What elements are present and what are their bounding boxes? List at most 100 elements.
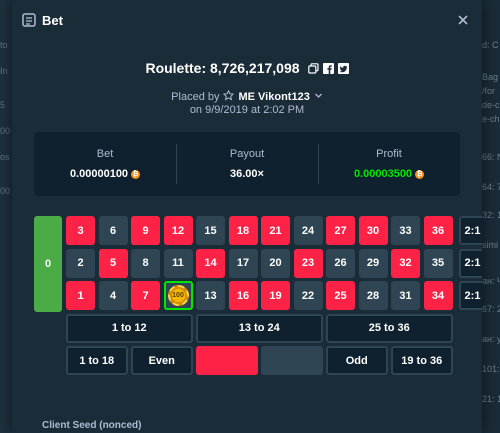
red-bet[interactable] — [196, 346, 258, 375]
bet-stats-panel: Bet 0.00000100 ₿ Payout 36.00× Profit 0.… — [34, 132, 460, 196]
background-text-fragment: ан: y — [482, 334, 500, 344]
roulette-number-19[interactable]: 19 — [261, 281, 290, 310]
dozen-bet-2[interactable]: 13 to 24 — [196, 313, 323, 343]
background-text-fragment: os — [0, 152, 10, 162]
background-text-fragment: 21: 1 — [482, 394, 500, 404]
roulette-number-35[interactable]: 35 — [423, 248, 453, 278]
game-title-text: Roulette: 8,726,217,098 — [145, 60, 300, 76]
background-text-fragment: de-c — [482, 100, 500, 110]
roulette-number-9[interactable]: 9 — [131, 216, 160, 245]
roulette-number-4[interactable]: 4 — [98, 281, 128, 310]
stat-payout-label: Payout — [229, 148, 265, 160]
close-icon[interactable] — [456, 13, 470, 27]
roulette-number-10[interactable]: 100 — [163, 281, 193, 310]
roulette-number-8[interactable]: 8 — [131, 248, 160, 278]
background-text-fragment: to — [0, 40, 8, 50]
bet-slip-icon — [22, 13, 36, 27]
stat-bet-label: Bet — [96, 148, 114, 160]
copy-icon[interactable] — [307, 62, 319, 74]
even-bet[interactable]: Even — [131, 346, 193, 375]
black-bet[interactable] — [261, 346, 323, 375]
roulette-number-3[interactable]: 3 — [66, 216, 95, 245]
roulette-number-33[interactable]: 33 — [391, 216, 420, 245]
roulette-number-11[interactable]: 11 — [163, 248, 193, 278]
roulette-number-12[interactable]: 12 — [163, 216, 193, 245]
background-text-fragment: ан: Ч — [482, 276, 500, 286]
star-icon — [223, 89, 235, 104]
roulette-number-16[interactable]: 16 — [228, 281, 258, 310]
background-text-fragment: 00 — [0, 186, 11, 196]
roulette-number-15[interactable]: 15 — [196, 216, 225, 245]
background-text-fragment: 5 — [0, 100, 6, 110]
facebook-icon[interactable] — [322, 62, 334, 74]
roulette-number-1[interactable]: 1 — [66, 281, 95, 310]
background-text-fragment: In — [0, 66, 8, 76]
stat-profit: Profit 0.00003500 ₿ — [318, 132, 460, 196]
roulette-number-21[interactable]: 21 — [261, 216, 290, 245]
roulette-number-34[interactable]: 34 — [423, 281, 453, 310]
modal-header: Bet — [12, 0, 482, 40]
odd-bet[interactable]: Odd — [326, 346, 388, 375]
roulette-number-18[interactable]: 18 — [228, 216, 258, 245]
roulette-number-14[interactable]: 14 — [196, 248, 225, 278]
modal-title: Bet — [42, 12, 63, 28]
roulette-number-31[interactable]: 31 — [391, 281, 420, 310]
stat-profit-label: Profit — [376, 148, 402, 160]
background-text-fragment: /for — [482, 86, 496, 96]
roulette-zero[interactable]: 0 — [34, 216, 62, 312]
roulette-number-25[interactable]: 25 — [326, 281, 355, 310]
roulette-number-30[interactable]: 30 — [358, 216, 388, 245]
background-text-fragment: d: C — [482, 40, 499, 50]
stat-bet: Bet 0.00000100 ₿ — [34, 132, 176, 196]
roulette-number-23[interactable]: 23 — [293, 248, 323, 278]
username[interactable]: ME Vikont123 — [238, 91, 309, 103]
twitter-icon[interactable] — [337, 62, 349, 74]
placed-by: Placed by ME Vikont123 — [12, 89, 482, 104]
bet-modal: Bet Roulette: 8,726,217,098 Placed by ME… — [12, 0, 482, 433]
stat-bet-value: 0.00000100 ₿ — [69, 168, 141, 180]
roulette-board: 0 3 6 9 12 15 18 21 24 27 30 33 36 2 5 8 11 14 17 20 23 26 29 3… — [34, 216, 482, 386]
roulette-number-27[interactable]: 27 — [326, 216, 355, 245]
bet-date: on 9/9/2019 at 2:02 PM — [189, 104, 305, 116]
placed-by-prefix: Placed by — [171, 91, 220, 103]
title-icons — [307, 62, 349, 74]
stat-profit-amount: 0.00003500 — [353, 168, 413, 180]
background-text-fragment: 64: 7 — [482, 182, 500, 192]
column-bet-1[interactable]: 2:1 — [459, 216, 482, 245]
roulette-number-28[interactable]: 28 — [358, 281, 388, 310]
roulette-number-29[interactable]: 29 — [358, 248, 388, 278]
background-text-fragment: 32: 1 — [482, 210, 500, 220]
roulette-number-13[interactable]: 13 — [196, 281, 225, 310]
stat-payout-value: 36.00× — [230, 168, 264, 180]
stat-bet-amount: 0.00000100 — [69, 168, 129, 180]
roulette-number-5[interactable]: 5 — [98, 248, 128, 278]
background-text-fragment: 67: 2 — [482, 304, 500, 314]
roulette-number-32[interactable]: 32 — [391, 248, 420, 278]
background-text-fragment: Bag — [482, 72, 499, 82]
background-sidebar — [0, 0, 12, 433]
roulette-number-2[interactable]: 2 — [66, 248, 95, 278]
roulette-number-24[interactable]: 24 — [293, 216, 323, 245]
bet-chip: 100 — [167, 285, 189, 306]
game-title: Roulette: 8,726,217,098 — [12, 60, 482, 76]
dozen-bet-3[interactable]: 25 to 36 — [326, 313, 453, 343]
background-text-fragment: 00 — [0, 126, 11, 136]
roulette-number-6[interactable]: 6 — [98, 216, 128, 245]
roulette-number-17[interactable]: 17 — [228, 248, 258, 278]
column-bet-2[interactable]: 2:1 — [459, 248, 482, 278]
roulette-number-26[interactable]: 26 — [326, 248, 355, 278]
roulette-number-22[interactable]: 22 — [293, 281, 323, 310]
stat-payout: Payout 36.00× — [176, 132, 318, 196]
background-text-fragment: 66: N — [482, 152, 500, 162]
background-text-fragment: e-ch — [482, 114, 500, 124]
low-bet-1-18[interactable]: 1 to 18 — [66, 346, 128, 375]
chevron-down-icon[interactable] — [314, 91, 323, 103]
roulette-number-36[interactable]: 36 — [423, 216, 453, 245]
column-bet-3[interactable]: 2:1 — [459, 281, 482, 310]
roulette-number-20[interactable]: 20 — [261, 248, 290, 278]
dozen-bet-1[interactable]: 1 to 12 — [66, 313, 193, 343]
roulette-number-7[interactable]: 7 — [131, 281, 160, 310]
bitcoin-icon: ₿ — [415, 169, 425, 179]
stat-profit-value: 0.00003500 ₿ — [353, 168, 425, 180]
high-bet-19-36[interactable]: 19 to 36 — [391, 346, 453, 375]
